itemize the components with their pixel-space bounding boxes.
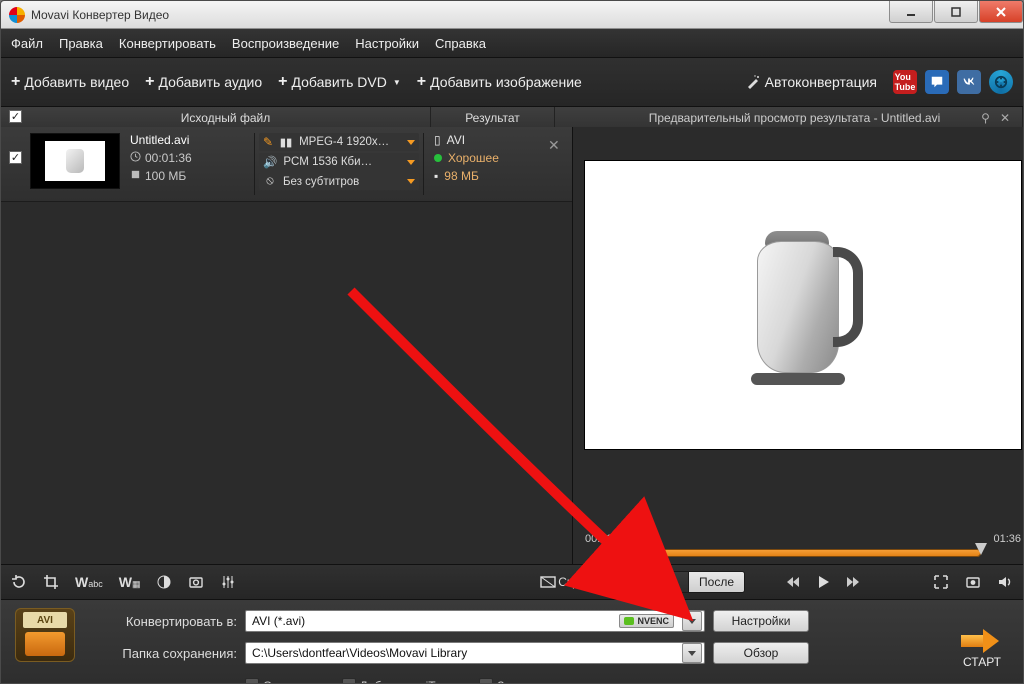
- video-codec-chip[interactable]: ✎ ▮▮ MPEG-4 1920x…: [259, 133, 419, 151]
- format-dropdown-button[interactable]: [682, 611, 702, 631]
- file-list: ✓ Untitled.avi 00:01:36 100 МБ ✎ ▮▮ MPEG…: [1, 127, 573, 565]
- autoconvert-button[interactable]: Автоконвертация: [745, 74, 877, 90]
- result-quality: Хорошее: [448, 151, 499, 165]
- add-audio-button[interactable]: +Добавить аудио: [145, 73, 262, 91]
- menu-edit[interactable]: Правка: [59, 36, 103, 51]
- watermark-image-tool[interactable]: W▦: [119, 574, 141, 590]
- time-end-label: 01:36: [993, 533, 1021, 545]
- next-button[interactable]: [845, 574, 861, 590]
- menu-convert[interactable]: Конвертировать: [119, 36, 216, 51]
- save-to-label: Папка сохранения:: [87, 646, 237, 661]
- close-window-button[interactable]: [979, 1, 1023, 23]
- minimize-button[interactable]: [889, 1, 933, 23]
- format-combo[interactable]: AVI (*.avi) NVENC: [245, 610, 705, 632]
- join-checkbox[interactable]: Соединить: [245, 678, 324, 684]
- speaker-icon: 🔊: [263, 155, 277, 169]
- facebook-icon[interactable]: [925, 70, 949, 94]
- pin-icon[interactable]: ⚲: [981, 111, 990, 125]
- start-button[interactable]: СТАРТ: [961, 629, 1003, 669]
- header-source: ✓ Исходный файл: [1, 107, 431, 129]
- clock-icon: [130, 151, 141, 165]
- preview-canvas: [585, 161, 1021, 449]
- film-reel-icon[interactable]: [989, 70, 1013, 94]
- film-icon: ▮▮: [279, 135, 293, 149]
- disk-icon: ▪: [434, 169, 438, 183]
- before-after-toggle: До После: [652, 571, 745, 593]
- rotate-tool[interactable]: [11, 574, 27, 590]
- window-title: Movavi Конвертер Видео: [31, 8, 888, 22]
- snapshot-tool[interactable]: [188, 574, 204, 590]
- maximize-button[interactable]: [934, 1, 978, 23]
- select-all-checkbox[interactable]: ✓: [9, 110, 22, 123]
- share-icons: YouTube: [893, 70, 1013, 94]
- toolbar: +Добавить видео +Добавить аудио +Добавит…: [1, 58, 1023, 107]
- os-titlebar: Movavi Конвертер Видео: [1, 1, 1023, 29]
- adjust-tool[interactable]: [156, 574, 172, 590]
- menu-settings[interactable]: Настройки: [355, 36, 419, 51]
- app-icon: [9, 7, 25, 23]
- preview-pane: 00:00 01:36: [573, 127, 1024, 565]
- add-video-button[interactable]: +Добавить видео: [11, 73, 129, 91]
- result-size: 98 МБ: [444, 169, 479, 183]
- menu-help[interactable]: Справка: [435, 36, 486, 51]
- before-button[interactable]: До: [652, 571, 689, 593]
- disk-icon: [130, 169, 141, 183]
- edit-icon: ✎: [263, 135, 273, 149]
- crop-tool[interactable]: [43, 574, 59, 590]
- start-arrow-icon: [961, 629, 1003, 653]
- after-button[interactable]: После: [689, 571, 745, 593]
- menubar: Файл Правка Конвертировать Воспроизведен…: [1, 29, 1023, 58]
- browse-button[interactable]: Обзор: [713, 642, 809, 664]
- no-subs-icon: ⦸: [263, 175, 277, 188]
- result-format: AVI: [447, 133, 465, 147]
- subtitles-chip[interactable]: ⦸ Без субтитров: [259, 173, 419, 190]
- equalizer-tool[interactable]: [220, 574, 236, 590]
- time-start-label: 00:00: [585, 533, 613, 545]
- device-icon: ▯: [434, 133, 441, 147]
- playhead[interactable]: [618, 541, 632, 561]
- youtube-icon[interactable]: YouTube: [893, 70, 917, 94]
- snapshot2-button[interactable]: [965, 574, 981, 590]
- add-image-button[interactable]: +Добавить изображение: [417, 73, 582, 91]
- audio-codec-chip[interactable]: 🔊 PCM 1536 Кби…: [259, 153, 419, 171]
- path-combo[interactable]: C:\Users\dontfear\Videos\Movavi Library: [245, 642, 705, 664]
- nvenc-badge: NVENC: [619, 614, 674, 628]
- volume-button[interactable]: [997, 574, 1013, 590]
- close-preview-icon[interactable]: ✕: [1000, 111, 1010, 125]
- file-name: Untitled.avi: [130, 133, 250, 147]
- menu-playback[interactable]: Воспроизведение: [232, 36, 339, 51]
- vk-icon[interactable]: [957, 70, 981, 94]
- timeline-track[interactable]: [625, 549, 981, 557]
- itunes-checkbox[interactable]: Добавить в iTunes: [342, 678, 462, 684]
- settings-button[interactable]: Настройки: [713, 610, 809, 632]
- prev-button[interactable]: [785, 574, 801, 590]
- watermark-text-tool[interactable]: Wabc: [75, 574, 103, 590]
- tools-bar: Wabc W▦ Скрыть плеер До После: [1, 564, 1023, 599]
- file-thumbnail: [30, 133, 120, 189]
- file-size: 100 МБ: [145, 169, 186, 183]
- header-preview: Предварительный просмотр результата - Un…: [555, 107, 1023, 129]
- play-button[interactable]: [815, 574, 831, 590]
- fullscreen-button[interactable]: [933, 574, 949, 590]
- header-result: Результат: [431, 107, 555, 129]
- quality-dot-icon: [434, 154, 442, 162]
- preview-content: [743, 225, 863, 385]
- timeline[interactable]: 00:00 01:36: [585, 533, 1021, 565]
- convert-to-label: Конвертировать в:: [87, 614, 237, 629]
- hide-player-button[interactable]: Скрыть плеер: [540, 574, 636, 590]
- file-row[interactable]: ✓ Untitled.avi 00:01:36 100 МБ ✎ ▮▮ MPEG…: [1, 127, 572, 202]
- menu-file[interactable]: Файл: [11, 36, 43, 51]
- remove-file-button[interactable]: ✕: [548, 137, 564, 154]
- file-duration: 00:01:36: [145, 151, 192, 165]
- destination-format-icon: AVI: [15, 608, 75, 662]
- magic-wand-icon: [745, 74, 761, 90]
- upload-checkbox[interactable]: Загрузить в …: [479, 678, 577, 684]
- output-panel: AVI Конвертировать в: AVI (*.avi) NVENC …: [1, 599, 1023, 683]
- add-dvd-button[interactable]: +Добавить DVD▼: [278, 73, 401, 91]
- path-dropdown-button[interactable]: [682, 643, 702, 663]
- end-marker[interactable]: [975, 543, 987, 555]
- file-row-checkbox[interactable]: ✓: [9, 151, 22, 164]
